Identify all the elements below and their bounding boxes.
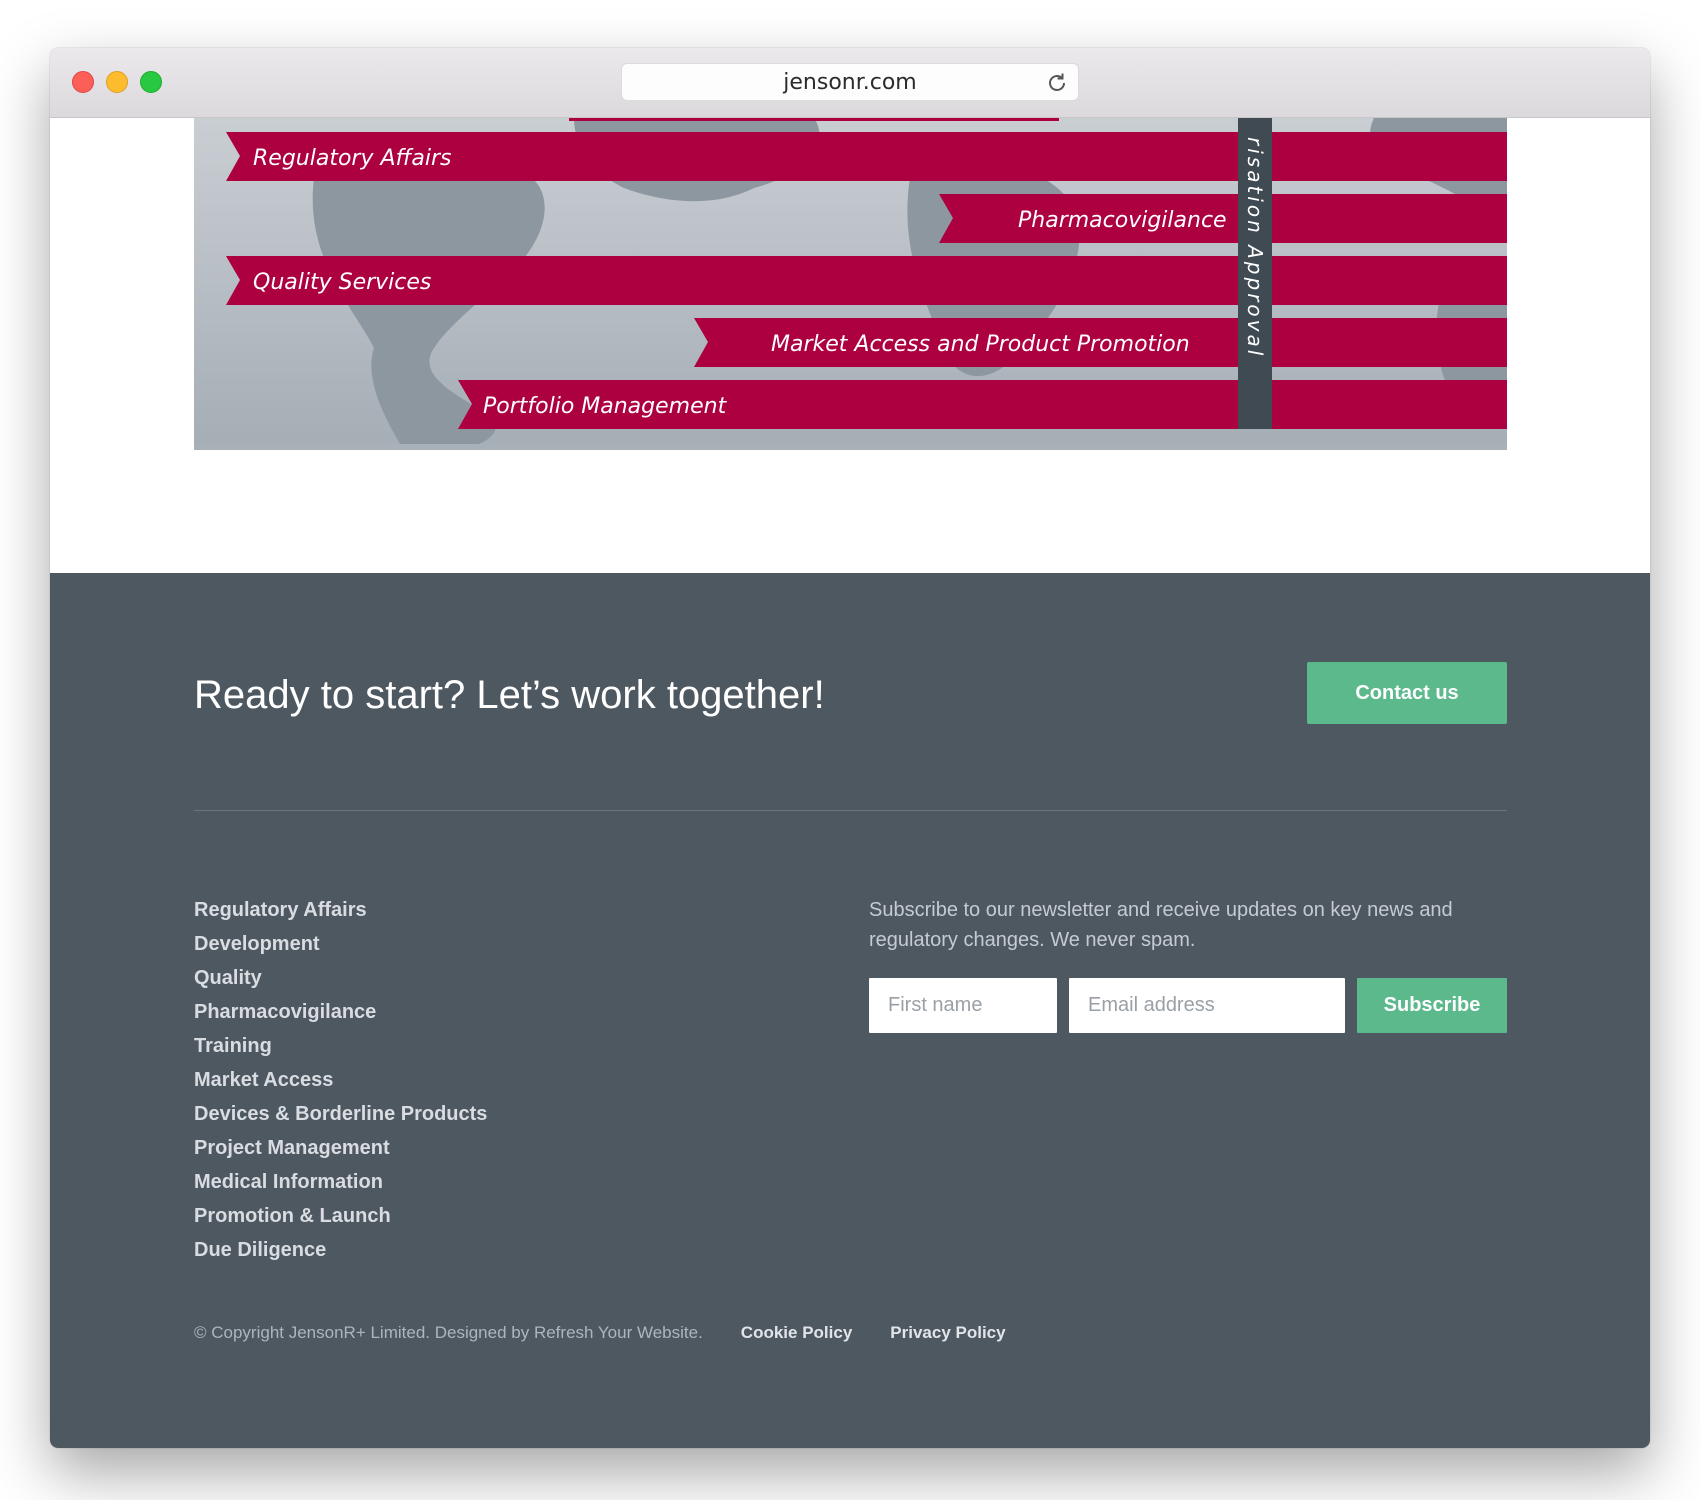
browser-window: jensonr.com Regulatory Affairs Pharmacov… [50,48,1650,1448]
footer-link-promotion-launch[interactable]: Promotion & Launch [194,1199,487,1233]
browser-titlebar: jensonr.com [50,48,1650,118]
footer-link-market-access[interactable]: Market Access [194,1063,487,1097]
url-text: jensonr.com [783,69,917,95]
footer-link-quality[interactable]: Quality [194,961,487,995]
footer-link-development[interactable]: Development [194,927,487,961]
footer-link-regulatory-affairs[interactable]: Regulatory Affairs [194,893,487,927]
banner-label-market-access: Market Access and Product Promotion [771,332,1190,357]
copyright-text: © Copyright JensonR+ Limited. Designed b… [194,1323,703,1342]
address-bar[interactable]: jensonr.com [621,63,1079,101]
banner-label-quality-services: Quality Services [253,270,432,295]
approval-bar-label: risation Approval [1243,136,1267,358]
contact-us-button[interactable]: Contact us [1307,662,1507,724]
newsletter-description: Subscribe to our newsletter and receive … [869,899,1453,951]
footer-link-devices[interactable]: Devices & Borderline Products [194,1097,487,1131]
banner-label-pharmacovigilance: Pharmacovigilance [1018,208,1227,233]
footer-bottom-bar: © Copyright JensonR+ Limited. Designed b… [194,1323,1044,1343]
maximize-window-button[interactable] [140,71,162,93]
email-input[interactable] [1069,978,1345,1033]
footer-link-due-diligence[interactable]: Due Diligence [194,1233,487,1267]
footer-link-training[interactable]: Training [194,1029,487,1063]
footer-link-pharmacovigilance[interactable]: Pharmacovigilance [194,995,487,1029]
page-content: Regulatory Affairs Pharmacovigilance Qua… [50,118,1650,1448]
cookie-policy-link[interactable]: Cookie Policy [741,1323,852,1343]
services-hero-image: Regulatory Affairs Pharmacovigilance Qua… [194,118,1507,450]
site-footer: Ready to start? Let’s work together! Con… [50,573,1650,1448]
footer-divider [194,810,1507,811]
banner-label-portfolio-management: Portfolio Management [483,394,727,419]
minimize-window-button[interactable] [106,71,128,93]
cta-heading: Ready to start? Let’s work together! [194,673,825,717]
footer-link-project-management[interactable]: Project Management [194,1131,487,1165]
footer-service-links: Regulatory Affairs Development Quality P… [194,893,487,1267]
reload-icon[interactable] [1044,70,1070,96]
privacy-policy-link[interactable]: Privacy Policy [890,1323,1005,1343]
first-name-input[interactable] [869,978,1057,1033]
subscribe-button[interactable]: Subscribe [1357,978,1507,1033]
footer-link-medical-information[interactable]: Medical Information [194,1165,487,1199]
close-window-button[interactable] [72,71,94,93]
banner-label-regulatory-affairs: Regulatory Affairs [253,146,452,171]
